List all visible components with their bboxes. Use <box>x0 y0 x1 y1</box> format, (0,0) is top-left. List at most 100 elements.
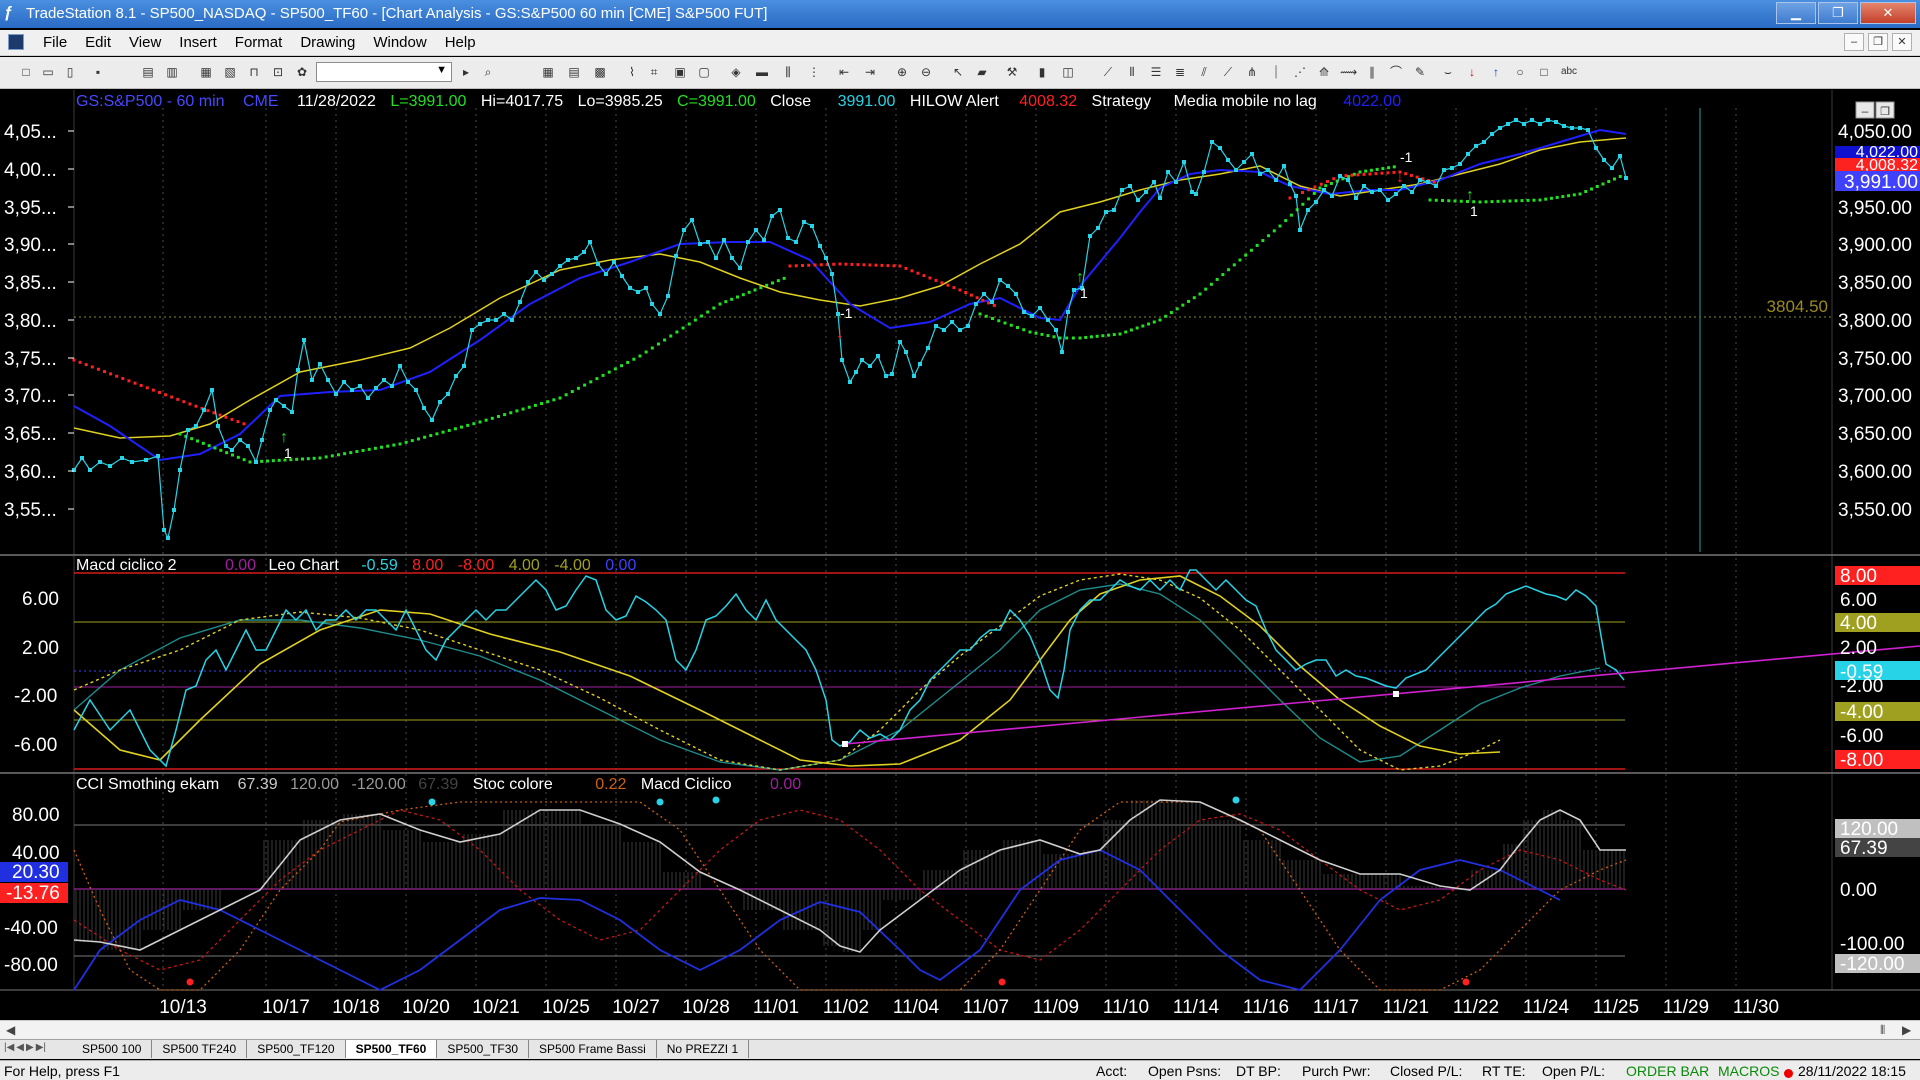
minimize-button[interactable]: ▁ <box>1776 2 1816 24</box>
tab-sp500-tf120[interactable]: SP500_TF120 <box>247 1040 346 1058</box>
new-icon[interactable]: □ <box>18 64 34 80</box>
hilow-dot <box>355 450 359 454</box>
window-cascade-icon[interactable]: ▧ <box>222 64 238 80</box>
zoom-out-icon[interactable]: ⊖ <box>918 64 934 80</box>
macros-button[interactable]: MACROS <box>1718 1063 1779 1079</box>
hilow-dot <box>472 422 476 426</box>
workspace-combo[interactable]: ▼ <box>316 62 452 82</box>
ellipse-icon[interactable]: ○ <box>1512 64 1528 80</box>
insert-indicator-icon[interactable]: ⌇ <box>624 64 640 80</box>
tab-sp500-100[interactable]: SP500 100 <box>72 1040 153 1058</box>
rectangle-icon[interactable]: □ <box>1536 64 1552 80</box>
child-minimize-button[interactable]: – <box>1844 33 1864 51</box>
ray-icon[interactable]: ⟋ <box>1220 64 1236 80</box>
insert-strategy-icon[interactable]: ⌗ <box>646 64 662 80</box>
macro-icon[interactable]: ✿ <box>294 64 310 80</box>
grid-icon[interactable]: ▩ <box>592 64 608 80</box>
order-bar-button[interactable]: ORDER BAR <box>1626 1063 1709 1079</box>
cycle-lines-icon[interactable]: ⟿ <box>1340 64 1357 80</box>
tab-sp500-tf240[interactable]: SP500 TF240 <box>152 1040 248 1058</box>
price-dot <box>178 468 182 472</box>
print-preview-icon[interactable]: ▥ <box>164 64 180 80</box>
candle-icon[interactable]: ⫼ <box>780 64 796 80</box>
window-tile-icon[interactable]: ▦ <box>198 64 214 80</box>
trendline-icon[interactable]: ⟋ <box>1100 64 1116 80</box>
vertical-line-icon[interactable]: ⏐ <box>1268 64 1284 80</box>
alert-icon[interactable]: ◫ <box>1060 64 1076 80</box>
price-dot <box>876 354 880 358</box>
chart-analysis-window[interactable]: 3804.50 1 ↑ -1 ↓ 1 ↑ -1 ↓ 1 ↑ GS:S&P500 - 60 min … <box>0 90 1920 1020</box>
panel-minimize-icon[interactable]: – <box>1862 104 1869 118</box>
scroll-right-icon[interactable]: ▶ <box>1902 1023 1911 1037</box>
child-restore-button[interactable]: ❐ <box>1868 33 1888 51</box>
arrow-right-icon[interactable]: ▸ <box>458 64 474 80</box>
menu-edit[interactable]: Edit <box>76 34 120 51</box>
scroll-left-icon[interactable]: ◀ <box>6 1023 15 1037</box>
restore-button[interactable]: ❐ <box>1818 2 1858 24</box>
tab-next-icon[interactable]: ▶ <box>26 1042 34 1053</box>
andrews-pitchfork-icon[interactable]: ⋔ <box>1244 64 1260 80</box>
format-window-icon[interactable]: ▢ <box>696 64 712 80</box>
vertical-lines-icon[interactable]: ⦀ <box>1124 64 1140 80</box>
print-icon[interactable]: ▤ <box>140 64 156 80</box>
news-icon[interactable]: ▮ <box>1034 64 1050 80</box>
tab-last-icon[interactable]: ▶| <box>36 1042 46 1053</box>
menu-help[interactable]: Help <box>436 34 485 51</box>
save-icon[interactable]: ▪ <box>90 64 106 80</box>
scroll-thumb-icon[interactable]: ⦀ <box>1880 1023 1885 1038</box>
child-close-button[interactable]: ✕ <box>1892 33 1912 51</box>
tools-icon[interactable]: ⚒ <box>1004 64 1020 80</box>
tab-prev-icon[interactable]: ◀ <box>16 1042 24 1053</box>
zoom-in-icon[interactable]: ⊕ <box>894 64 910 80</box>
curve-icon[interactable]: ⌣ <box>1440 64 1456 80</box>
tab-sp500-tf30[interactable]: SP500_TF30 <box>437 1040 530 1058</box>
tab-sp500-frame-bassi[interactable]: SP500 Frame Bassi <box>529 1040 657 1058</box>
menu-drawing[interactable]: Drawing <box>291 34 364 51</box>
arc-icon[interactable]: ⌒ <box>1388 64 1404 80</box>
gann-fan-icon[interactable]: ⟰ <box>1316 64 1332 80</box>
chart-icon[interactable]: ▦ <box>540 64 556 80</box>
pointer-icon[interactable]: ↖ <box>950 64 966 80</box>
menu-file[interactable]: File <box>34 34 76 51</box>
text-icon[interactable]: abc <box>1558 64 1580 80</box>
scroll-left-icon[interactable]: ⇤ <box>836 64 852 80</box>
menu-view[interactable]: View <box>120 34 170 51</box>
price-dot <box>1474 144 1478 148</box>
radarscreen-icon[interactable]: ▤ <box>566 64 582 80</box>
pencil-icon[interactable]: ✎ <box>1412 64 1428 80</box>
menu-format[interactable]: Format <box>226 34 292 51</box>
horizontal-lines-icon[interactable]: ☰ <box>1148 64 1164 80</box>
lock-icon[interactable]: ⊓ <box>246 64 262 80</box>
channel-icon[interactable]: ⫽ <box>1196 64 1212 80</box>
data-window-icon[interactable]: ▰ <box>974 64 990 80</box>
symbol-icon[interactable]: ◈ <box>728 64 744 80</box>
scroll-right-icon[interactable]: ⇥ <box>862 64 878 80</box>
panel-restore-icon[interactable]: ❐ <box>1880 106 1890 118</box>
format-icon[interactable]: ▣ <box>672 64 688 80</box>
menu-window[interactable]: Window <box>364 34 435 51</box>
speed-line-icon[interactable]: ⋰ <box>1292 64 1308 80</box>
bar-icon[interactable]: ▬ <box>754 64 770 80</box>
find-icon[interactable]: ⌕ <box>480 64 496 80</box>
hilow-dot <box>1375 167 1379 171</box>
tab-no-prezzi-1[interactable]: No PREZZI 1 <box>657 1040 750 1058</box>
chart-canvas[interactable]: 3804.50 1↑-1↓1↑-1↓1↑ GS:S&P500 - 60 min … <box>0 90 1920 1020</box>
arrow-down-icon[interactable]: ↓ <box>1464 64 1480 80</box>
chart-horizontal-scrollbar[interactable]: ◀ ⦀ ▶ <box>0 1020 1920 1039</box>
open-icon[interactable]: ▭ <box>40 64 56 80</box>
parallel-lines-icon[interactable]: ∥ <box>1364 64 1380 80</box>
close-button[interactable]: ✕ <box>1860 2 1916 24</box>
chart-window-icon[interactable] <box>8 34 24 50</box>
link-icon[interactable]: ⊡ <box>270 64 286 80</box>
new-window-icon[interactable]: ▯ <box>62 64 78 80</box>
hilow-dot <box>832 262 836 266</box>
tab-first-icon[interactable]: |◀ <box>4 1042 14 1053</box>
fibonacci-icon[interactable]: ≣ <box>1172 64 1188 80</box>
hilow-dot <box>380 445 384 449</box>
series-icon[interactable]: ⋮ <box>806 64 822 80</box>
menu-insert[interactable]: Insert <box>170 34 226 51</box>
hilow-dot <box>248 460 252 464</box>
arrow-up-icon[interactable]: ↑ <box>1488 64 1504 80</box>
tab-sp500-tf60[interactable]: SP500_TF60 <box>345 1040 438 1058</box>
price-dot <box>1538 122 1542 126</box>
